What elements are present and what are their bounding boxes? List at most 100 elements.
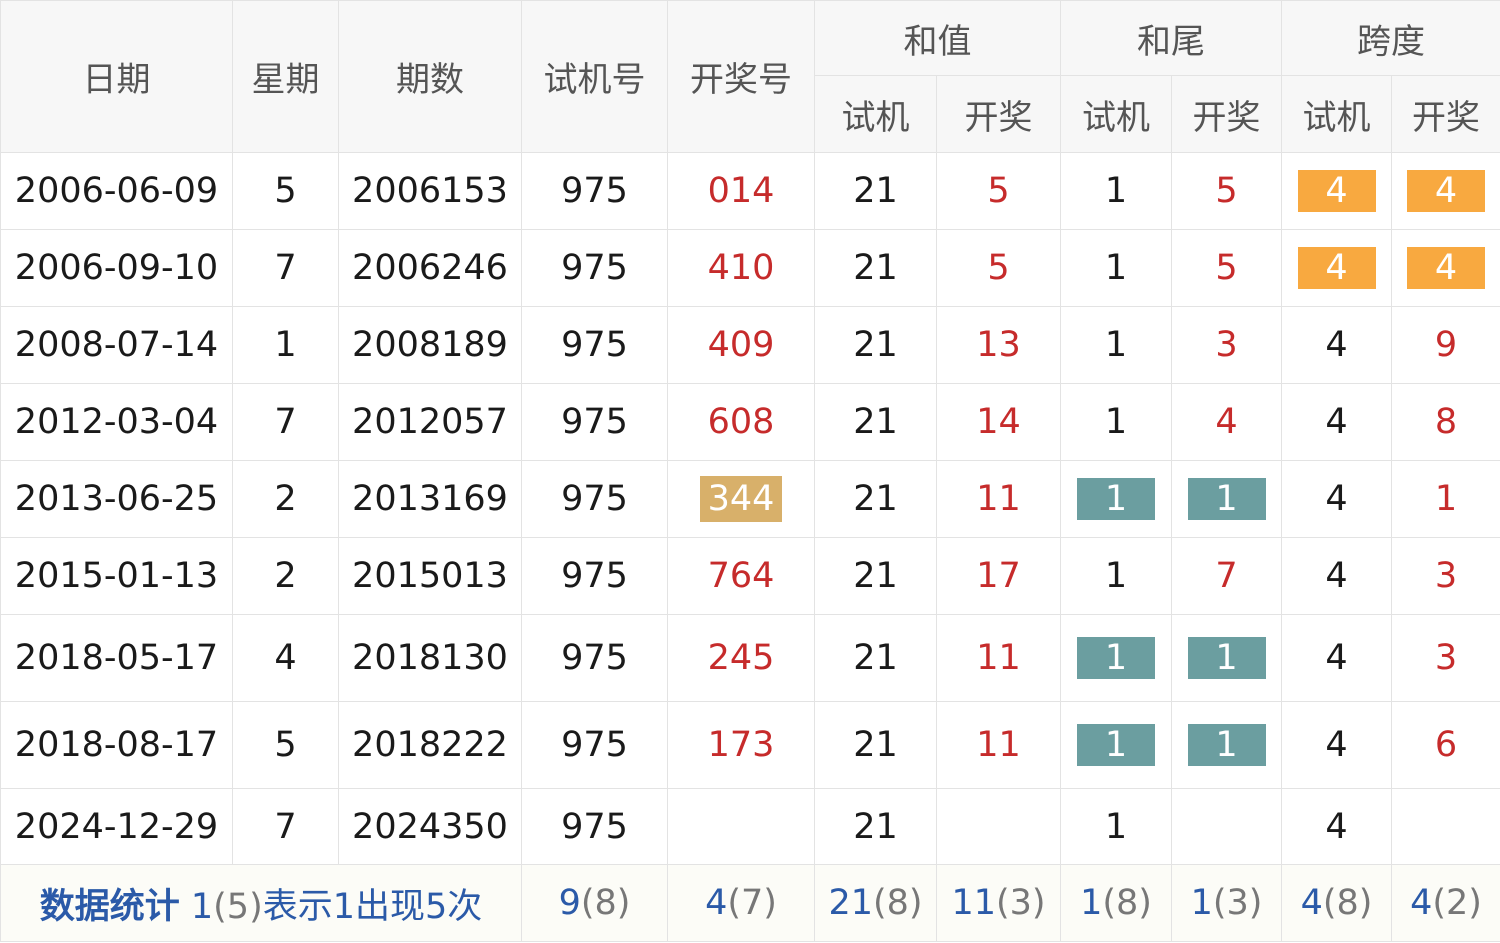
cell-weekday: 5 — [232, 701, 339, 789]
stat-value: 9 — [558, 883, 581, 923]
cell-sum-trial: 21 — [814, 383, 937, 461]
header-sum-group: 和值 — [814, 0, 1061, 76]
cell-span-trial: 4 — [1281, 788, 1392, 865]
cell-sum-trial: 21 — [814, 614, 937, 702]
stat-value: 21 — [828, 883, 873, 923]
cell-span-draw: 3 — [1391, 614, 1500, 702]
cell-tail-trial: 1 — [1060, 229, 1172, 307]
stat-count: (2) — [1432, 883, 1482, 923]
highlight-badge: 4 — [1297, 247, 1376, 289]
highlight-badge: 1 — [1077, 478, 1155, 520]
cell-span-draw — [1391, 788, 1500, 865]
cell-sum-trial: 21 — [814, 152, 937, 230]
cell-weekday: 2 — [232, 460, 339, 538]
table-row: 2018-05-17 4 2018130 975 245 21 11 1 1 4… — [0, 614, 1500, 702]
header-tail-draw: 开奖 — [1171, 75, 1282, 153]
cell-trial: 975 — [521, 537, 668, 615]
cell-draw: 410 — [667, 229, 815, 307]
cell-draw: 344 — [667, 460, 815, 538]
highlight-badge: 1 — [1077, 724, 1155, 766]
table-row: 2013-06-25 2 2013169 975 344 21 11 1 1 4… — [0, 460, 1500, 538]
header-tail-group: 和尾 — [1060, 0, 1282, 76]
cell-issue: 2018222 — [338, 701, 522, 789]
stat-value: 11 — [951, 883, 996, 923]
cell-issue: 2015013 — [338, 537, 522, 615]
cell-sum-draw: 5 — [936, 152, 1061, 230]
cell-draw — [667, 788, 815, 865]
stats-note-text: 表示1出现5次 — [262, 886, 483, 927]
cell-sum-draw: 5 — [936, 229, 1061, 307]
header-issue: 期数 — [338, 0, 522, 153]
stat-value: 4 — [705, 883, 728, 923]
cell-span-draw: 3 — [1391, 537, 1500, 615]
cell-sum-draw: 13 — [936, 306, 1061, 384]
stat-count: (3) — [995, 883, 1046, 923]
cell-date: 2006-06-09 — [0, 152, 233, 230]
cell-span-draw: 4 — [1391, 152, 1500, 230]
cell-trial: 975 — [521, 701, 668, 789]
cell-date: 2006-09-10 — [0, 229, 233, 307]
cell-date: 2013-06-25 — [0, 460, 233, 538]
stats-tail-draw: 1(3) — [1171, 864, 1282, 942]
table-row: 2006-06-09 5 2006153 975 014 21 5 1 5 4 … — [0, 152, 1500, 230]
cell-date: 2008-07-14 — [0, 306, 233, 384]
cell-span-draw: 1 — [1391, 460, 1500, 538]
table-row: 2018-08-17 5 2018222 975 173 21 11 1 1 4… — [0, 701, 1500, 789]
cell-span-trial: 4 — [1281, 701, 1392, 789]
cell-span-trial: 4 — [1281, 229, 1392, 307]
cell-tail-draw: 5 — [1171, 152, 1282, 230]
cell-issue: 2006153 — [338, 152, 522, 230]
table-row: 2015-01-13 2 2015013 975 764 21 17 1 7 4… — [0, 537, 1500, 615]
cell-tail-draw: 3 — [1171, 306, 1282, 384]
cell-weekday: 7 — [232, 229, 339, 307]
cell-span-trial: 4 — [1281, 537, 1392, 615]
cell-tail-trial: 1 — [1060, 788, 1172, 865]
stat-count: (8) — [580, 883, 631, 923]
cell-issue: 2024350 — [338, 788, 522, 865]
highlight-badge: 1 — [1187, 637, 1266, 679]
stat-value: 1 — [1080, 883, 1103, 923]
cell-weekday: 2 — [232, 537, 339, 615]
header-weekday: 星期 — [232, 0, 339, 153]
cell-span-draw: 6 — [1391, 701, 1500, 789]
stat-count: (8) — [1322, 883, 1373, 923]
stats-legend: 数据统计 1(5)表示1出现5次 — [0, 864, 522, 942]
header-trial-number: 试机号 — [521, 0, 668, 153]
cell-date: 2024-12-29 — [0, 788, 233, 865]
cell-draw: 764 — [667, 537, 815, 615]
cell-trial: 975 — [521, 383, 668, 461]
cell-weekday: 4 — [232, 614, 339, 702]
header-span-trial: 试机 — [1281, 75, 1392, 153]
highlight-badge: 4 — [1407, 170, 1485, 212]
highlight-badge: 4 — [1407, 247, 1485, 289]
cell-trial: 975 — [521, 152, 668, 230]
header-span-draw: 开奖 — [1391, 75, 1500, 153]
cell-sum-trial: 21 — [814, 460, 937, 538]
cell-trial: 975 — [521, 614, 668, 702]
stats-note-value: 1 — [190, 886, 214, 927]
cell-sum-trial: 21 — [814, 701, 937, 789]
cell-issue: 2006246 — [338, 229, 522, 307]
header-row-primary: 日期 星期 期数 试机号 开奖号 和值 和尾 跨度 — [0, 0, 1500, 153]
highlight-badge: 4 — [1297, 170, 1376, 212]
cell-tail-trial: 1 — [1060, 537, 1172, 615]
stats-sum-trial: 21(8) — [814, 864, 937, 942]
table-row: 2008-07-14 1 2008189 975 409 21 13 1 3 4… — [0, 306, 1500, 384]
cell-span-trial: 4 — [1281, 306, 1392, 384]
cell-trial: 975 — [521, 460, 668, 538]
stat-count: (7) — [727, 883, 777, 923]
cell-tail-trial: 1 — [1060, 701, 1172, 789]
lottery-history-table: 日期 星期 期数 试机号 开奖号 和值 和尾 跨度 试机 开奖 试机 开奖 试机… — [0, 0, 1500, 942]
highlight-badge: 1 — [1187, 724, 1266, 766]
cell-trial: 975 — [521, 306, 668, 384]
cell-draw: 409 — [667, 306, 815, 384]
stat-count: (8) — [1102, 883, 1152, 923]
stats-draw: 4(7) — [667, 864, 815, 942]
cell-date: 2018-05-17 — [0, 614, 233, 702]
cell-sum-draw: 17 — [936, 537, 1061, 615]
header-draw-number: 开奖号 — [667, 0, 815, 153]
cell-sum-trial: 21 — [814, 537, 937, 615]
cell-sum-draw: 11 — [936, 701, 1061, 789]
cell-tail-trial: 1 — [1060, 460, 1172, 538]
cell-date: 2012-03-04 — [0, 383, 233, 461]
